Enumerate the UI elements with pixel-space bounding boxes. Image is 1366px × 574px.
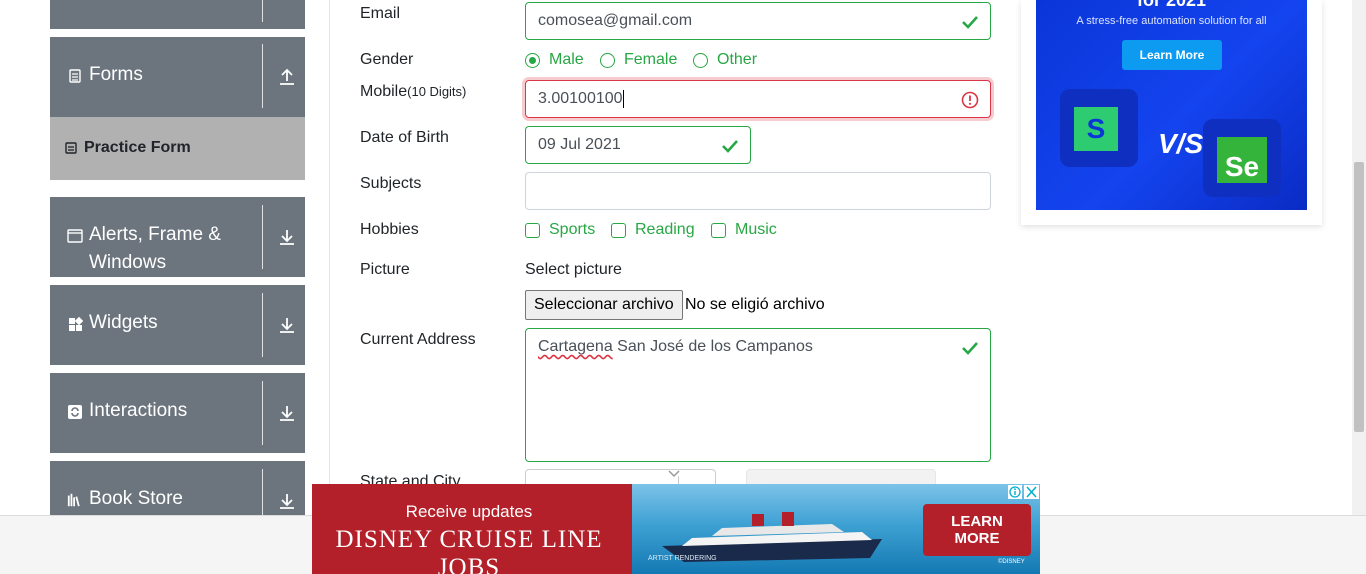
window-icon <box>67 228 83 244</box>
mobile-value: 3.00100100 <box>538 90 623 107</box>
dob-value: 09 Jul 2021 <box>538 136 621 153</box>
checkbox-label: Music <box>735 221 777 238</box>
sidebar-group-alerts[interactable]: Alerts, Frame & Windows <box>50 197 305 277</box>
banner-learn-more-button[interactable]: LEARN MORE <box>923 504 1031 556</box>
banner-caption: ARTIST RENDERING <box>648 555 717 562</box>
gender-radio-female[interactable]: Female <box>600 51 677 69</box>
text-cursor <box>622 90 624 108</box>
sidebar-divider <box>329 0 330 515</box>
error-icon <box>961 91 979 109</box>
s-letter-icon: S <box>1074 107 1118 151</box>
hobby-checkbox-music[interactable]: Music <box>711 221 777 239</box>
sidebar-group-book-store[interactable]: Book Store <box>50 461 305 515</box>
sidebar-group-label: Widgets <box>89 312 158 333</box>
radio-label: Other <box>717 51 758 68</box>
gender-label: Gender <box>360 51 414 68</box>
check-icon <box>722 140 738 153</box>
download-arrow-icon[interactable] <box>277 315 297 335</box>
widgets-icon <box>67 316 83 332</box>
hobby-checkbox-reading[interactable]: Reading <box>611 221 695 239</box>
bottom-advertisement[interactable]: Receive updates DISNEY CRUISE LINE JOBS … <box>312 484 1040 574</box>
checkbox-label: Reading <box>635 221 695 238</box>
form-icon <box>65 142 77 154</box>
katalon-logo: S <box>1060 89 1138 167</box>
sidebar-item-label: Practice Form <box>84 139 191 156</box>
document-icon <box>67 68 83 84</box>
dob-field[interactable]: 09 Jul 2021 <box>525 126 751 164</box>
picture-label: Picture <box>360 261 410 278</box>
check-icon <box>962 16 978 29</box>
right-advertisement[interactable]: for 2021 A stress-free automation soluti… <box>1036 0 1307 210</box>
books-icon <box>67 492 83 508</box>
download-arrow-icon[interactable] <box>277 403 297 423</box>
sidebar-group-label: Interactions <box>89 400 188 421</box>
selenium-logo: Se <box>1203 119 1281 197</box>
banner-line2: DISNEY CRUISE LINE JOBS <box>335 526 603 574</box>
radio-selected-icon <box>525 52 540 68</box>
chevron-down-icon <box>668 470 680 478</box>
subjects-input[interactable] <box>525 172 991 210</box>
vertical-scrollbar[interactable] <box>1352 0 1366 515</box>
checkbox-icon <box>711 222 726 238</box>
group-separator <box>262 469 263 515</box>
choose-file-button[interactable]: Seleccionar archivo <box>525 290 683 320</box>
sidebar-group-forms[interactable]: Forms <box>50 37 305 117</box>
mobile-field[interactable]: 3.00100100 <box>525 80 991 118</box>
group-separator <box>262 44 263 108</box>
address-label: Current Address <box>360 331 476 348</box>
ad-learn-more-button[interactable]: Learn More <box>1122 40 1222 70</box>
close-icon[interactable] <box>1024 485 1039 499</box>
email-value: comosea@gmail.com <box>538 12 693 29</box>
ad-info-icon[interactable] <box>1008 485 1022 499</box>
address-word: Cartagena <box>538 338 613 355</box>
scrollbar-thumb[interactable] <box>1354 162 1364 432</box>
gender-radio-other[interactable]: Other <box>693 51 757 69</box>
radio-label: Female <box>624 51 678 68</box>
vs-text: V/S <box>1158 128 1204 159</box>
check-icon <box>962 342 978 355</box>
se-icon: Se <box>1217 137 1267 183</box>
hobbies-label: Hobbies <box>360 221 419 238</box>
group-separator <box>262 381 263 445</box>
sidebar-group-elements[interactable] <box>50 0 305 29</box>
email-field[interactable]: comosea@gmail.com <box>525 2 991 40</box>
sidebar-group-widgets[interactable]: Widgets <box>50 285 305 365</box>
checkbox-icon <box>611 222 626 238</box>
select-picture-label: Select picture <box>525 261 622 278</box>
gender-radio-male[interactable]: Male <box>525 51 584 69</box>
sidebar-group-label: Alerts, Frame & <box>89 224 221 245</box>
upload-arrow-icon[interactable] <box>277 67 297 87</box>
download-arrow-icon[interactable] <box>277 491 297 511</box>
group-separator <box>262 205 263 269</box>
banner-line1: Receive updates <box>405 502 533 521</box>
subjects-label: Subjects <box>360 175 422 192</box>
radio-icon <box>693 52 708 68</box>
sidebar-group-label-line2: Windows <box>89 252 167 273</box>
radio-label: Male <box>549 51 584 68</box>
download-arrow-icon[interactable] <box>277 227 297 247</box>
banner-copyright: ©DISNEY <box>998 559 1025 565</box>
button-line: MORE <box>954 530 1000 547</box>
checkbox-icon <box>525 222 540 238</box>
dob-label: Date of Birth <box>360 129 449 146</box>
ad-tagline: A stress-free automation solution for al… <box>1076 15 1267 27</box>
sidebar-group-interactions[interactable]: Interactions <box>50 373 305 453</box>
file-status: No se eligió archivo <box>685 296 825 313</box>
interactions-icon <box>67 404 83 420</box>
button-line: LEARN <box>951 513 1003 530</box>
hobby-checkbox-sports[interactable]: Sports <box>525 221 595 239</box>
address-text: San José de los Campanos <box>612 338 813 355</box>
checkbox-label: Sports <box>549 221 596 238</box>
current-address-textarea[interactable]: Cartagena San José de los Campanos <box>525 328 991 462</box>
group-separator <box>262 293 263 357</box>
sidebar-group-label: Forms <box>89 64 143 85</box>
group-separator <box>262 0 263 22</box>
ad-heading: for 2021 <box>1136 0 1207 10</box>
sidebar-item-practice-form[interactable]: Practice Form <box>50 117 305 180</box>
mobile-label: Mobile(10 Digits) <box>360 83 467 100</box>
email-label: Email <box>360 5 401 22</box>
radio-icon <box>600 52 615 68</box>
sidebar-group-label: Book Store <box>89 488 183 509</box>
